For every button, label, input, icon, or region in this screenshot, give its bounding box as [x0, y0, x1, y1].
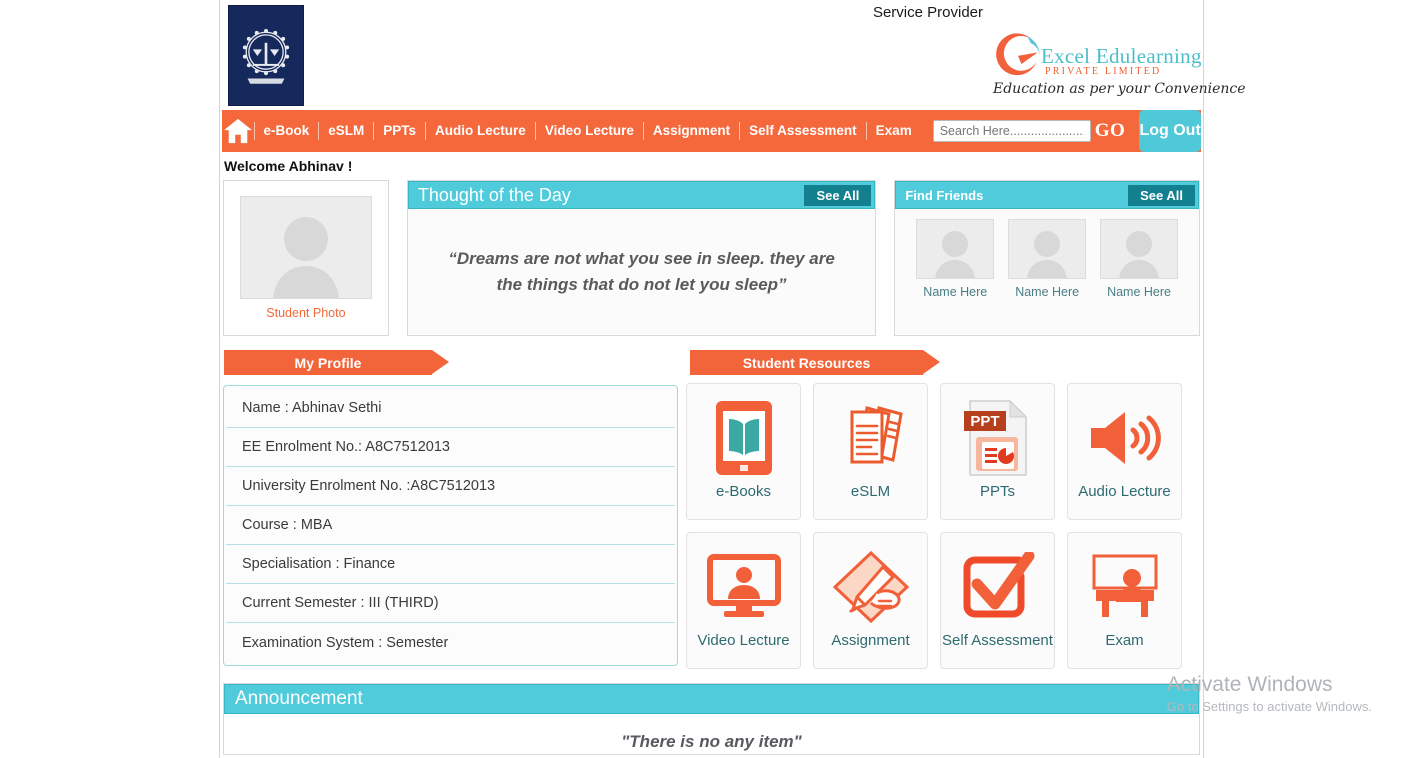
welcome-message: Welcome Abhinav !: [224, 158, 353, 174]
announcement-section: Announcement "There is no any item": [220, 669, 1203, 755]
nav-item-exam[interactable]: Exam: [865, 122, 921, 140]
ebook-icon: [714, 396, 774, 480]
announcement-card: Announcement "There is no any item": [223, 683, 1200, 755]
student-resources-grid: e-Books eSLM PPT PPTs Audio Lecture Vide…: [686, 383, 1198, 669]
friends-see-all-button[interactable]: See All: [1128, 184, 1195, 206]
thought-panel-body: “Dreams are not what you see in sleep. t…: [408, 209, 876, 335]
main-navigation: e-Book eSLM PPTs Audio Lecture Video Lec…: [222, 110, 1201, 152]
friend-avatar: [1100, 219, 1179, 279]
announcement-header: Announcement: [224, 684, 1199, 714]
resource-tile-assignment[interactable]: Assignment: [813, 532, 928, 669]
resource-label: Video Lecture: [697, 632, 790, 649]
nav-item-ppts[interactable]: PPTs: [373, 122, 425, 140]
student-resources-ribbon: Student Resources: [690, 350, 940, 375]
friend-name: Name Here: [1107, 285, 1171, 299]
friend-avatar: [916, 219, 995, 279]
nav-home-button[interactable]: [222, 110, 254, 152]
avatar-icon: [935, 231, 976, 278]
profile-row-name: Name : Abhinav Sethi: [226, 389, 675, 428]
resource-tile-audio-lecture[interactable]: Audio Lecture: [1067, 383, 1182, 520]
announcement-title: Announcement: [235, 688, 363, 709]
profile-row-university-enrolment: University Enrolment No. :A8C7512013: [226, 467, 675, 506]
home-icon: [223, 118, 252, 144]
search-go-button[interactable]: GO: [1095, 120, 1126, 142]
thought-panel-header: Thought of the Day See All: [407, 181, 876, 209]
brand-subtitle: PRIVATE LIMITED: [1045, 66, 1162, 77]
nav-item-e-book[interactable]: e-Book: [253, 122, 319, 140]
thought-see-all-button[interactable]: See All: [804, 184, 872, 206]
friend-name: Name Here: [1015, 285, 1080, 299]
profile-row-current-semester: Current Semester : III (THIRD): [226, 584, 675, 623]
student-photo-placeholder: [239, 196, 372, 299]
resource-label: eSLM: [850, 483, 891, 500]
friends-panel-header: Find Friends See All: [895, 181, 1199, 209]
friend-item[interactable]: Name Here: [916, 219, 995, 299]
speaker-icon: [1085, 396, 1165, 480]
resource-label: Exam: [1105, 632, 1144, 649]
resource-label: Audio Lecture: [1078, 483, 1171, 500]
resource-tile-e-books[interactable]: e-Books: [686, 383, 801, 520]
site-header: Service Provider Excel Edulearning PRIVA…: [220, 0, 1246, 110]
resource-tile-eslm[interactable]: eSLM: [813, 383, 928, 520]
thought-of-the-day-panel: Thought of the Day See All “Dreams are n…: [406, 180, 877, 336]
thought-panel-title: Thought of the Day: [417, 184, 571, 205]
avatar-icon: [1027, 231, 1067, 278]
resource-tile-ppts[interactable]: PPT PPTs: [940, 383, 1055, 520]
announcement-body: "There is no any item": [224, 714, 1199, 754]
nav-item-assignment[interactable]: Assignment: [642, 122, 739, 140]
nav-item-audio-lecture[interactable]: Audio Lecture: [425, 122, 535, 140]
student-photo-caption: Student Photo: [266, 306, 346, 320]
resource-tile-exam[interactable]: Exam: [1067, 532, 1182, 669]
profile-details-box: Name : Abhinav Sethi EE Enrolment No.: A…: [223, 385, 678, 666]
checkmark-box-icon: [961, 545, 1035, 629]
profile-row-examination-system: Examination System : Semester: [242, 634, 449, 651]
search-input[interactable]: [932, 120, 1091, 142]
nav-item-eslm[interactable]: eSLM: [318, 122, 373, 140]
logout-button[interactable]: Log Out: [1139, 110, 1201, 152]
service-provider-label: Service Provider: [872, 4, 983, 21]
svg-text:PPT: PPT: [970, 413, 999, 430]
profile-column: My Profile Name : Abhinav Sethi EE Enrol…: [223, 350, 678, 669]
search-area: GO: [932, 120, 1126, 142]
resource-tile-self-assessment[interactable]: Self Assessment: [940, 532, 1055, 669]
avatar-icon: [273, 217, 339, 298]
resources-column: Student Resources e-Books eSLM PPT PPTs …: [686, 350, 1198, 669]
nav-item-video-lecture[interactable]: Video Lecture: [534, 122, 643, 140]
page-container: Service Provider Excel Edulearning PRIVA…: [219, 0, 1246, 758]
resource-label: e-Books: [715, 483, 772, 500]
resource-label: PPTs: [979, 483, 1015, 500]
friends-list: Name Here Name Here Name Here: [895, 209, 1199, 299]
monitor-person-icon: [706, 545, 782, 629]
nav-item-self-assessment[interactable]: Self Assessment: [739, 122, 866, 140]
thought-quote-text: “Dreams are not what you see in sleep. t…: [448, 249, 835, 294]
exam-desk-icon: [1086, 545, 1164, 629]
ppt-file-icon: PPT: [962, 396, 1034, 480]
dashboard-mid-row: My Profile Name : Abhinav Sethi EE Enrol…: [220, 336, 1203, 669]
find-friends-panel: Find Friends See All Name Here Name Here…: [894, 180, 1200, 336]
profile-row-ee-enrolment: EE Enrolment No.: A8C7512013: [226, 428, 675, 467]
hand-pencil-icon: [831, 545, 911, 629]
brand-tagline: Education as per your Convenience: [993, 81, 1246, 97]
announcement-empty-text: "There is no any item": [621, 732, 802, 751]
brand-swoosh-icon: [989, 28, 1047, 86]
resource-tile-video-lecture[interactable]: Video Lecture: [686, 532, 801, 669]
resource-label: Self Assessment: [942, 632, 1053, 649]
screen: Service Provider Excel Edulearning PRIVA…: [0, 0, 1424, 758]
resource-label: Assignment: [831, 632, 910, 649]
university-logo-icon: [228, 5, 304, 106]
avatar-icon: [1119, 231, 1159, 278]
friends-panel-title: Find Friends: [905, 187, 984, 203]
friend-item[interactable]: Name Here: [1100, 219, 1179, 299]
documents-icon: [832, 396, 910, 480]
profile-row-specialisation: Specialisation : Finance: [226, 545, 675, 584]
dashboard-top-row: Student Photo Thought of the Day See All…: [220, 180, 1203, 336]
student-photo-card: Student Photo: [223, 180, 389, 336]
profile-row-course: Course : MBA: [226, 506, 675, 545]
my-profile-ribbon: My Profile: [224, 350, 449, 375]
friend-avatar: [1008, 219, 1087, 279]
brand-logo: Excel Edulearning PRIVATE LIMITED Educat…: [989, 26, 1246, 104]
friend-item[interactable]: Name Here: [1008, 219, 1087, 299]
friend-name: Name Here: [923, 285, 988, 299]
